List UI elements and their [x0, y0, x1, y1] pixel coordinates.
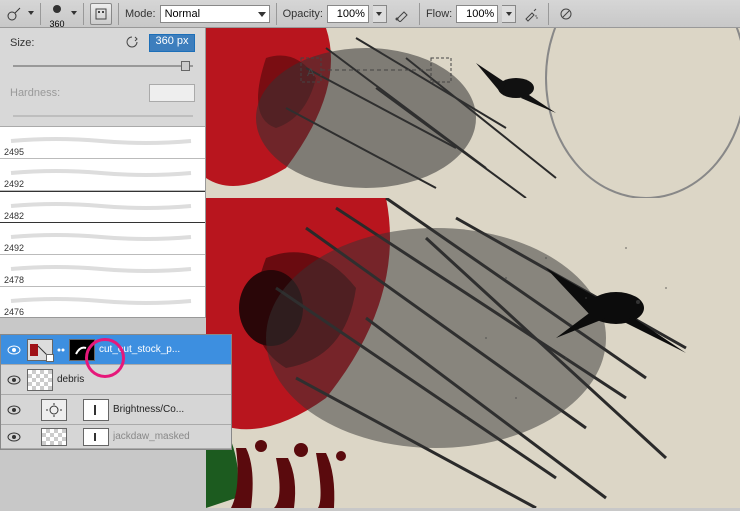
airbrush-icon[interactable] [520, 3, 542, 25]
adjustment-layer-icon[interactable] [41, 399, 67, 421]
flow-label: Flow: [426, 8, 452, 20]
chevron-down-icon[interactable] [28, 11, 34, 17]
visibility-eye-icon[interactable] [5, 371, 23, 389]
flow-flyout-button[interactable] [502, 5, 516, 23]
reset-size-icon[interactable] [125, 35, 141, 51]
layer-name[interactable]: Brightness/Co... [113, 404, 227, 415]
artwork-bottom [206, 198, 740, 508]
layer-thumbnail[interactable] [27, 369, 53, 391]
mode-label: Mode: [125, 8, 156, 20]
layer-name[interactable]: cut_out_stock_p... [99, 344, 227, 355]
opacity-label: Opacity: [283, 8, 323, 20]
svg-text:A: A [307, 67, 315, 79]
canvas-area[interactable]: A [206, 28, 740, 500]
separator [40, 3, 41, 25]
layer-row[interactable]: Brightness/Co... [1, 395, 231, 425]
separator [276, 3, 277, 25]
tool-preset-icon[interactable] [4, 4, 24, 24]
separator [118, 3, 119, 25]
brush-preset-item[interactable]: 2492 [0, 223, 205, 255]
brush-size-number: 360 [47, 19, 67, 29]
size-slider[interactable] [13, 60, 193, 72]
hardness-slider [13, 110, 193, 122]
hardness-label: Hardness: [10, 87, 60, 99]
brush-panel-toggle-button[interactable] [90, 3, 112, 25]
layer-mask-thumbnail[interactable] [83, 399, 109, 421]
blend-mode-dropdown[interactable]: Normal [160, 5, 270, 23]
layer-name[interactable]: jackdaw_masked [113, 431, 227, 442]
flow-input[interactable]: 100% [456, 5, 498, 23]
slider-thumb[interactable] [181, 61, 190, 71]
blend-mode-value: Normal [165, 8, 200, 20]
artwork-top: A [206, 28, 740, 198]
tablet-pressure-opacity-icon[interactable] [391, 3, 413, 25]
visibility-eye-icon[interactable] [5, 428, 23, 446]
opacity-input[interactable]: 100% [327, 5, 369, 23]
brush-preset-item[interactable]: 2476 [0, 287, 205, 317]
chevron-down-icon[interactable] [71, 11, 77, 17]
size-input[interactable]: 360 px [149, 34, 195, 52]
layer-row[interactable]: debris [1, 365, 231, 395]
layer-row[interactable]: jackdaw_masked [1, 425, 231, 449]
visibility-eye-icon[interactable] [5, 341, 23, 359]
opacity-flyout-button[interactable] [373, 5, 387, 23]
separator [419, 3, 420, 25]
layer-thumbnail[interactable] [41, 428, 67, 446]
separator [83, 3, 84, 25]
brush-preset-list[interactable]: 2495 2492 2482 2492 2478 2476 [0, 126, 205, 317]
visibility-eye-icon[interactable] [5, 401, 23, 419]
brush-preset-item[interactable]: 2492 [0, 159, 205, 191]
separator [548, 3, 549, 25]
layer-mask-thumbnail[interactable] [83, 428, 109, 446]
layer-row[interactable]: cut_out_stock_p... [1, 335, 231, 365]
brush-preview[interactable]: 360 [47, 0, 67, 29]
brush-preset-item[interactable]: 2478 [0, 255, 205, 287]
hardness-input[interactable] [149, 84, 195, 102]
layer-thumbnail[interactable] [27, 339, 53, 361]
brush-preset-item[interactable]: 2495 [0, 127, 205, 159]
layer-name[interactable]: debris [57, 374, 227, 385]
layers-panel: cut_out_stock_p... debris Brightness/Co.… [0, 334, 232, 450]
brush-options-panel: Size: 360 px Hardness: 2495 2492 2482 24… [0, 28, 206, 318]
brush-preset-item[interactable]: 2482 [0, 191, 205, 223]
tablet-pressure-size-icon[interactable] [555, 3, 577, 25]
options-bar: 360 Mode: Normal Opacity: 100% Flow: 100… [0, 0, 740, 28]
size-label: Size: [10, 37, 34, 49]
layer-mask-thumbnail[interactable] [69, 339, 95, 361]
